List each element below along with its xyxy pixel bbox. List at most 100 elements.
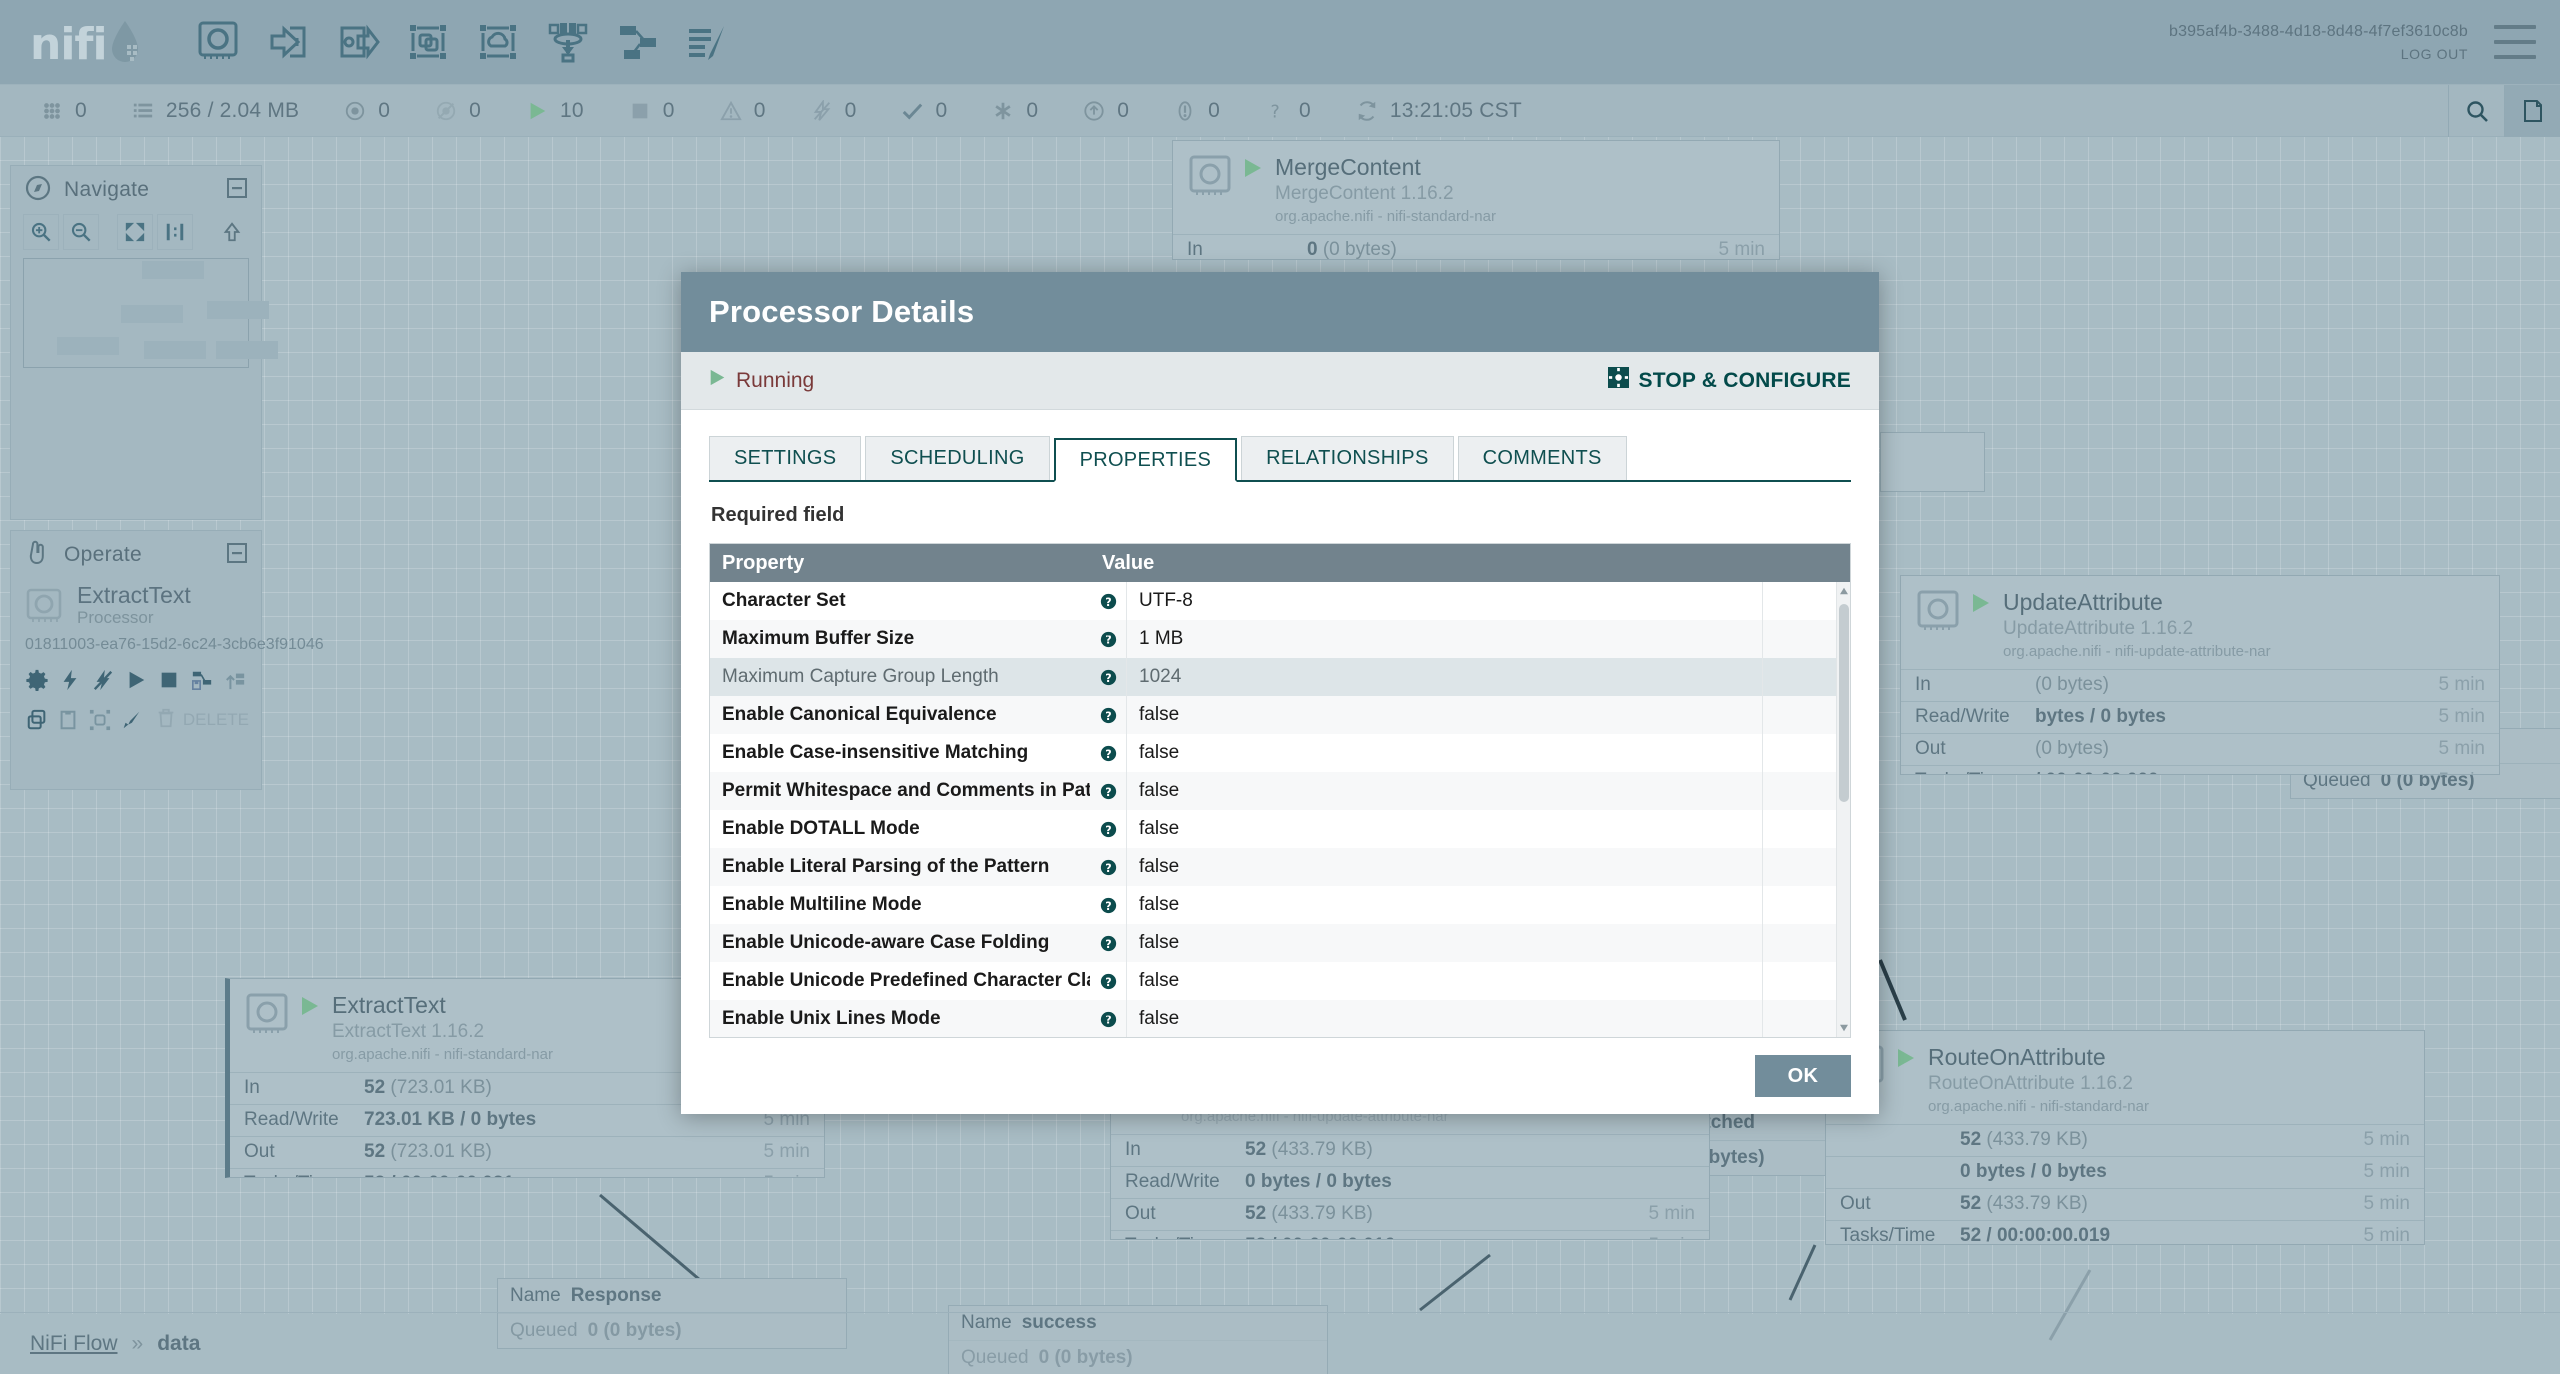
help-icon[interactable]: ? bbox=[1090, 821, 1126, 838]
scrollbar-thumb[interactable] bbox=[1839, 604, 1849, 802]
table-row[interactable]: Enable Literal Parsing of the Pattern? fa… bbox=[710, 848, 1850, 886]
copy-button[interactable] bbox=[23, 702, 50, 738]
start-button[interactable] bbox=[122, 662, 151, 698]
processor-mergecontent[interactable]: MergeContent MergeContent 1.16.2 org.apa… bbox=[1172, 140, 1780, 260]
properties-table-body[interactable]: Character Set? UTF-8 Maximum Buffer Size? 1… bbox=[710, 582, 1850, 1037]
stop-button[interactable] bbox=[154, 662, 183, 698]
table-row[interactable]: Enable Unix Lines Mode? false bbox=[710, 1000, 1850, 1037]
table-row[interactable]: Enable Multiline Mode? false bbox=[710, 886, 1850, 924]
output-port-icon[interactable] bbox=[335, 19, 381, 65]
tab-comments[interactable]: COMMENTS bbox=[1457, 436, 1627, 480]
property-value[interactable]: false bbox=[1126, 924, 1762, 962]
zoom-out-button[interactable] bbox=[63, 214, 99, 250]
stat-key: Tasks/Time bbox=[1840, 1225, 1936, 1245]
paste-button[interactable] bbox=[54, 702, 81, 738]
table-scrollbar[interactable] bbox=[1836, 582, 1850, 1037]
property-value[interactable]: 1024 bbox=[1126, 658, 1762, 696]
navigate-panel-title: Navigate bbox=[64, 178, 150, 201]
configure-button[interactable] bbox=[23, 662, 52, 698]
help-icon[interactable]: ? bbox=[1090, 631, 1126, 648]
property-value[interactable]: false bbox=[1126, 886, 1762, 924]
property-value[interactable]: false bbox=[1126, 1000, 1762, 1037]
scroll-up-icon[interactable] bbox=[1837, 582, 1850, 600]
help-icon[interactable]: ? bbox=[1090, 897, 1126, 914]
property-value[interactable]: UTF-8 bbox=[1126, 582, 1762, 620]
create-template-button[interactable] bbox=[187, 662, 216, 698]
table-row[interactable]: Enable Canonical Equivalence? false bbox=[710, 696, 1850, 734]
disable-button[interactable] bbox=[89, 662, 118, 698]
processor-icon[interactable] bbox=[195, 19, 241, 65]
processor-updateattribute-top[interactable]: UpdateAttribute UpdateAttribute 1.16.2 o… bbox=[1900, 575, 2500, 775]
stat-key: Tasks/Time bbox=[244, 1173, 364, 1177]
help-icon[interactable]: ? bbox=[1090, 707, 1126, 724]
search-icon[interactable] bbox=[2448, 84, 2504, 137]
tab-relationships[interactable]: RELATIONSHIPS bbox=[1241, 436, 1454, 480]
processor-stat-row: Read/Write 0 bytes / 0 bytes bbox=[1111, 1165, 1709, 1198]
input-port-icon[interactable] bbox=[265, 19, 311, 65]
table-row[interactable]: Maximum Capture Group Length? 1024 bbox=[710, 658, 1850, 696]
collapse-icon[interactable] bbox=[227, 177, 247, 203]
table-row[interactable]: Enable Unicode Predefined Character Clas… bbox=[710, 962, 1850, 1000]
breadcrumb-root[interactable]: NiFi Flow bbox=[30, 1332, 118, 1356]
zoom-in-button[interactable] bbox=[23, 214, 59, 250]
stat-value: 52 (433.79 KB) bbox=[1245, 1203, 1373, 1225]
property-value[interactable]: false bbox=[1126, 696, 1762, 734]
processor-header: UpdateAttribute UpdateAttribute 1.16.2 o… bbox=[1901, 576, 2499, 669]
enable-button[interactable] bbox=[56, 662, 85, 698]
table-row[interactable]: Permit Whitespace and Comments in Patter… bbox=[710, 772, 1850, 810]
help-icon[interactable]: ? bbox=[1090, 935, 1126, 952]
tab-settings[interactable]: SETTINGS bbox=[709, 436, 862, 480]
notes-icon[interactable] bbox=[2504, 84, 2560, 137]
tab-scheduling[interactable]: SCHEDULING bbox=[865, 436, 1050, 480]
table-row[interactable]: Enable DOTALL Mode? false bbox=[710, 810, 1850, 848]
table-row[interactable]: Character Set? UTF-8 bbox=[710, 582, 1850, 620]
property-name: Character Set bbox=[722, 590, 846, 611]
trash-icon bbox=[155, 707, 177, 734]
process-group-icon[interactable] bbox=[405, 19, 451, 65]
breadcrumb-current[interactable]: data bbox=[157, 1332, 200, 1356]
help-icon[interactable]: ? bbox=[1090, 859, 1126, 876]
property-value[interactable]: 1 MB bbox=[1126, 620, 1762, 658]
help-icon[interactable]: ? bbox=[1090, 669, 1126, 686]
property-value[interactable]: false bbox=[1126, 848, 1762, 886]
help-icon[interactable]: ? bbox=[1090, 593, 1126, 610]
scroll-down-icon[interactable] bbox=[1837, 1019, 1850, 1037]
help-icon[interactable]: ? bbox=[1090, 745, 1126, 762]
up-arrow-icon[interactable] bbox=[215, 215, 249, 249]
ok-button[interactable]: OK bbox=[1755, 1055, 1851, 1097]
property-value[interactable]: false bbox=[1126, 962, 1762, 1000]
canvas-misc-box[interactable] bbox=[1880, 432, 1985, 492]
template-icon[interactable] bbox=[615, 19, 661, 65]
collapse-icon[interactable] bbox=[227, 542, 247, 568]
stop-and-configure-button[interactable]: STOP & CONFIGURE bbox=[1607, 367, 1851, 394]
zoom-fit-button[interactable] bbox=[117, 214, 153, 250]
table-row[interactable]: Enable Case-insensitive Matching? false bbox=[710, 734, 1850, 772]
help-icon[interactable]: ? bbox=[1090, 1011, 1126, 1028]
delete-button[interactable]: DELETE bbox=[149, 702, 249, 738]
refresh-icon[interactable] bbox=[1355, 99, 1379, 123]
help-icon[interactable]: ? bbox=[1090, 973, 1126, 990]
funnel-icon[interactable] bbox=[545, 19, 591, 65]
remote-process-group-icon[interactable] bbox=[475, 19, 521, 65]
zoom-actual-button[interactable] bbox=[157, 214, 193, 250]
nifi-logo[interactable]: nifi bbox=[0, 19, 175, 67]
required-field-note: Required field bbox=[711, 504, 845, 526]
menu-icon[interactable] bbox=[2494, 25, 2536, 59]
group-button[interactable] bbox=[86, 702, 113, 738]
help-icon[interactable]: ? bbox=[1090, 783, 1126, 800]
transmitting-icon bbox=[40, 99, 64, 123]
logout-link[interactable]: LOG OUT bbox=[2169, 44, 2468, 65]
property-value[interactable]: false bbox=[1126, 734, 1762, 772]
table-row[interactable]: Maximum Buffer Size? 1 MB bbox=[710, 620, 1850, 658]
upload-template-button[interactable] bbox=[220, 662, 249, 698]
change-color-button[interactable] bbox=[117, 702, 144, 738]
minimap[interactable] bbox=[23, 258, 278, 368]
processor-routeonattribute[interactable]: RouteOnAttribute RouteOnAttribute 1.16.2… bbox=[1825, 1030, 2425, 1245]
tab-properties[interactable]: PROPERTIES bbox=[1053, 438, 1238, 482]
operate-component-name: ExtractText bbox=[77, 582, 191, 608]
table-row[interactable]: Enable Unicode-aware Case Folding? false bbox=[710, 924, 1850, 962]
label-icon[interactable] bbox=[685, 19, 731, 65]
property-value[interactable]: false bbox=[1126, 772, 1762, 810]
property-value[interactable]: false bbox=[1126, 810, 1762, 848]
stat-key: Tasks/Time bbox=[1915, 770, 2035, 774]
